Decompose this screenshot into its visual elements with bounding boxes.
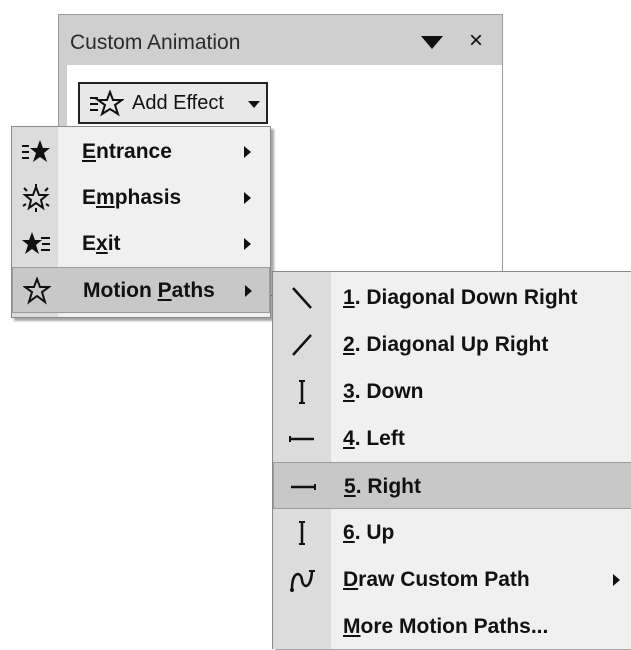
label-pre: Motion (83, 279, 158, 302)
add-effect-button[interactable]: Add Effect (78, 82, 268, 124)
pane-menu-dropdown-icon[interactable] (421, 36, 443, 49)
menu-item-motion-paths[interactable]: Motion Paths (12, 267, 270, 313)
chevron-down-icon (248, 101, 260, 108)
up-line-icon (299, 521, 305, 545)
label-pre: E (82, 232, 97, 255)
chevron-right-icon (613, 574, 620, 586)
submenu-item-diagonal-up-right[interactable]: 2. Diagonal Up Right (273, 321, 631, 368)
chevron-right-icon (244, 146, 251, 158)
accelerator-key: 3 (343, 380, 355, 403)
accelerator-key: x (96, 232, 108, 255)
label-post: phasis (114, 186, 182, 209)
accelerator-key: 5 (344, 475, 356, 498)
exit-star-icon (22, 232, 50, 254)
label-post: ntrance (96, 140, 172, 163)
down-line-icon (299, 380, 305, 404)
pane-close-icon[interactable]: × (469, 29, 483, 53)
add-effect-menu: Entrance Emphasis Exit Motion Paths (11, 126, 271, 318)
submenu-item-down[interactable]: 3. Down (273, 368, 631, 415)
chevron-right-icon (244, 238, 251, 250)
accelerator-key: 2 (343, 333, 355, 356)
label-post: raw Custom Path (358, 568, 530, 591)
diagonal-down-right-icon (292, 287, 312, 309)
submenu-item-up[interactable]: 6. Up (273, 509, 631, 556)
accelerator-key: m (96, 186, 115, 209)
menu-item-exit[interactable]: Exit (12, 221, 270, 267)
accelerator-key: 1 (343, 286, 355, 309)
label-post: . Right (355, 475, 422, 498)
label-post: aths (171, 279, 215, 302)
motion-path-star-icon (23, 277, 51, 305)
accelerator-key: 4 (343, 427, 355, 450)
label-post: ore Motion Paths... (360, 615, 549, 638)
chevron-right-icon (244, 192, 251, 204)
label-post: . Diagonal Up Right (354, 333, 549, 356)
menu-item-emphasis[interactable]: Emphasis (12, 175, 270, 221)
entrance-star-icon (22, 140, 50, 162)
accelerator-key: D (343, 568, 359, 591)
label-post: . Diagonal Down Right (354, 286, 578, 309)
label-post: . Up (354, 521, 395, 544)
submenu-item-diagonal-down-right[interactable]: 1. Diagonal Down Right (273, 274, 631, 321)
left-line-icon (289, 436, 314, 442)
right-line-icon (291, 484, 316, 490)
emphasis-star-icon (22, 184, 50, 212)
label-post: it (107, 232, 121, 255)
label-pre: E (82, 186, 97, 209)
submenu-item-left[interactable]: 4. Left (273, 415, 631, 462)
menu-item-entrance[interactable]: Entrance (12, 129, 270, 175)
label-post: . Down (354, 380, 424, 403)
pane-title: Custom Animation (70, 31, 241, 54)
label-post: . Left (354, 427, 405, 450)
accelerator-key: M (343, 615, 361, 638)
motion-paths-submenu: 1. Diagonal Down Right 2. Diagonal Up Ri… (272, 271, 631, 649)
accelerator-key: P (157, 279, 172, 302)
add-effect-star-icon (90, 90, 124, 117)
chevron-right-icon (245, 285, 252, 297)
add-effect-label: Add Effect (132, 92, 224, 114)
accelerator-key: 6 (343, 521, 355, 544)
submenu-item-draw-custom-path[interactable]: Draw Custom Path (273, 556, 631, 603)
accelerator-key: E (82, 140, 97, 163)
submenu-item-more-motion-paths[interactable]: More Motion Paths... (273, 603, 631, 650)
diagonal-up-right-icon (292, 334, 312, 356)
custom-path-icon (290, 570, 315, 592)
submenu-item-right[interactable]: 5. Right (273, 462, 631, 509)
